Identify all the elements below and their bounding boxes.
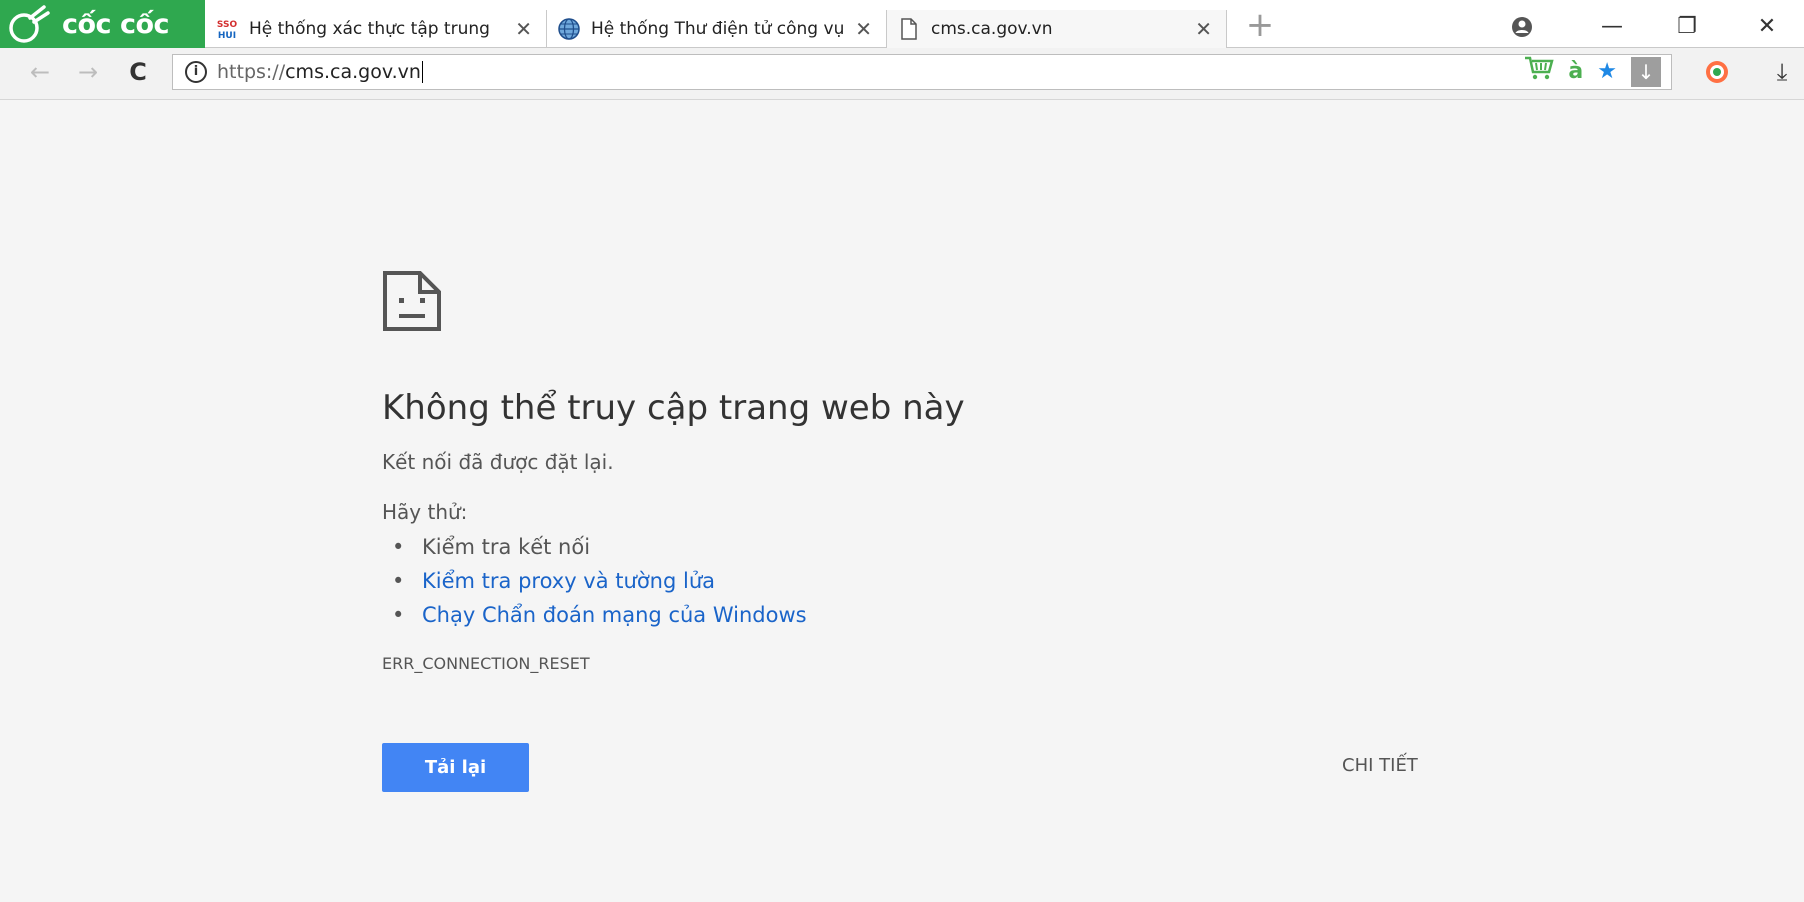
close-window-button[interactable]: ✕ — [1750, 10, 1784, 44]
tab-title: cms.ca.gov.vn — [931, 19, 1053, 39]
svg-text:HUI: HUI — [218, 31, 236, 41]
tab-title: Hệ thống xác thực tập trung — [249, 19, 490, 39]
coccoc-extension-icon[interactable] — [1700, 56, 1734, 88]
suggestion-check-proxy-link[interactable]: Kiểm tra proxy và tường lửa — [392, 564, 1442, 598]
star-icon[interactable]: ★ — [1597, 57, 1617, 87]
error-code: ERR_CONNECTION_RESET — [382, 654, 590, 673]
info-icon[interactable]: i — [185, 61, 207, 83]
downloads-icon[interactable]: ⤓ — [1765, 56, 1799, 88]
svg-text:SSO: SSO — [217, 20, 238, 30]
text-caret — [421, 61, 423, 84]
close-icon[interactable]: ✕ — [515, 17, 532, 41]
back-button[interactable]: ← — [24, 56, 56, 88]
coccoc-brand[interactable]: cốc cốc — [0, 0, 205, 48]
coccoc-logo-icon — [8, 4, 52, 44]
tab-title: Hệ thống Thư điện tử công vụ — [591, 19, 845, 39]
tab-sso[interactable]: SSO HUI Hệ thống xác thực tập trung ✕ — [205, 10, 547, 48]
page-icon — [897, 17, 921, 41]
ssohui-icon: SSO HUI — [215, 17, 239, 41]
suggestion-network-diagnostics-link[interactable]: Chạy Chẩn đoán mạng của Windows — [392, 598, 1442, 632]
close-icon[interactable]: ✕ — [855, 17, 872, 41]
reload-button[interactable]: C — [122, 56, 154, 88]
cart-icon[interactable] — [1524, 55, 1555, 90]
forward-button[interactable]: → — [72, 56, 104, 88]
a-grave-icon[interactable]: à — [1568, 57, 1583, 87]
url-text[interactable]: https://cms.ca.gov.vn — [217, 61, 423, 84]
extension-area: à ★ ↓ — [1524, 55, 1661, 90]
new-tab-button[interactable]: + — [1245, 8, 1275, 44]
reload-page-button[interactable]: Tải lại — [382, 743, 529, 792]
close-icon[interactable]: ✕ — [1195, 17, 1212, 41]
tab-cms[interactable]: cms.ca.gov.vn ✕ — [887, 10, 1227, 48]
profile-icon[interactable] — [1505, 10, 1539, 44]
address-bar[interactable]: i https://cms.ca.gov.vn à ★ ↓ — [172, 54, 1672, 90]
brand-name: cốc cốc — [62, 8, 170, 40]
details-button[interactable]: CHI TIẾT — [1342, 755, 1418, 776]
error-description: Kết nối đã được đặt lại. — [382, 450, 614, 474]
button-row: Tải lại CHI TIẾT — [382, 743, 1442, 793]
suggestions-list: Kiểm tra kết nối Kiểm tra proxy và tường… — [382, 530, 1442, 632]
restore-button[interactable]: ❐ — [1670, 10, 1704, 44]
globe-icon — [557, 17, 581, 41]
tab-mail[interactable]: Hệ thống Thư điện tử công vụ ✕ — [547, 10, 887, 48]
url-scheme: https:// — [217, 60, 286, 83]
minimize-button[interactable]: — — [1595, 10, 1629, 44]
tab-strip: cốc cốc SSO HUI Hệ thống xác thực tập tr… — [0, 0, 1804, 48]
toolbar: ← → C i https://cms.ca.gov.vn à ★ ↓ ⤓ — [0, 48, 1804, 100]
sad-page-icon — [382, 270, 442, 332]
download-icon[interactable]: ↓ — [1631, 57, 1661, 87]
try-label: Hãy thử: — [382, 500, 468, 524]
suggestion-check-connection: Kiểm tra kết nối — [392, 530, 1442, 564]
error-title: Không thể truy cập trang web này — [382, 388, 965, 428]
error-page: Không thể truy cập trang web này Kết nối… — [382, 270, 1442, 793]
url-host: cms.ca.gov.vn — [285, 60, 421, 83]
